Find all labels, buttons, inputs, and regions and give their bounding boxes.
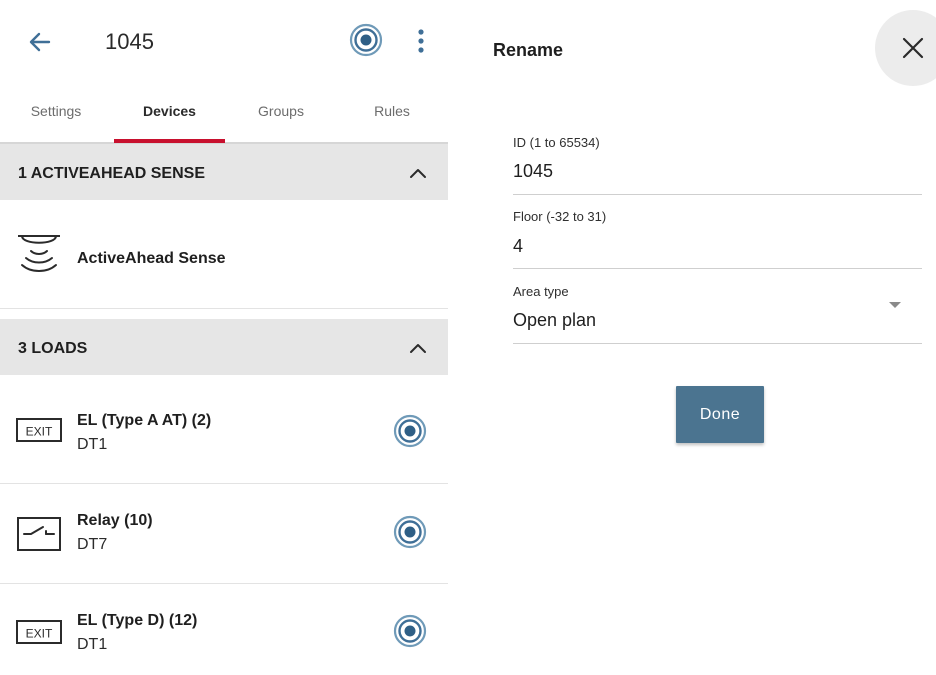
done-button[interactable]: Done <box>676 386 764 443</box>
beacon-icon <box>393 614 427 648</box>
more-options-button[interactable] <box>408 24 434 58</box>
arrow-left-icon <box>29 32 51 52</box>
dropdown-arrow-icon <box>889 302 901 308</box>
load-type: DT1 <box>77 436 108 453</box>
sensor-icon <box>18 235 60 272</box>
exit-label: EXIT <box>26 425 53 439</box>
beacon-icon <box>393 515 427 549</box>
more-vert-icon <box>418 29 424 53</box>
tab-rules[interactable]: Rules <box>336 84 448 144</box>
beacon-icon <box>393 414 427 448</box>
exit-label: EXIT <box>26 627 53 641</box>
close-icon <box>902 37 924 59</box>
load-type: DT1 <box>77 636 108 653</box>
back-button[interactable] <box>22 24 58 60</box>
list-item[interactable]: EXIT EL (Type D) (12) DT1 <box>0 584 448 675</box>
page-title: 1045 <box>105 29 154 54</box>
identify-button[interactable] <box>348 22 384 58</box>
exit-sign-icon: EXIT <box>16 620 62 644</box>
field-value: 1045 <box>513 161 554 181</box>
section-title: 1 ACTIVEAHEAD SENSE <box>18 165 205 182</box>
load-name: EL (Type D) (12) <box>77 612 198 629</box>
dialog-title: Rename <box>493 40 564 60</box>
list-item[interactable]: Relay (10) DT7 <box>0 484 448 583</box>
load-name: Relay (10) <box>77 512 153 529</box>
list-item[interactable]: EXIT EL (Type A AT) (2) DT1 <box>0 375 448 483</box>
id-field[interactable]: ID (1 to 65534) 1045 <box>513 128 922 195</box>
section-header-sense[interactable]: 1 ACTIVEAHEAD SENSE <box>0 144 448 200</box>
list-item[interactable]: ActiveAhead Sense <box>0 200 448 308</box>
load-type: DT7 <box>77 536 108 553</box>
tab-groups[interactable]: Groups <box>225 84 337 144</box>
section-title: 3 LOADS <box>18 340 88 357</box>
identify-button[interactable] <box>392 413 428 449</box>
section-header-loads[interactable]: 3 LOADS <box>0 319 448 375</box>
floor-field[interactable]: Floor (-32 to 31) 4 <box>513 203 922 269</box>
device-panel: 1045 Settings Devices Groups Rules 1 ACT… <box>0 0 448 675</box>
chevron-up-icon <box>410 344 426 353</box>
active-tab-indicator <box>114 139 225 143</box>
load-name: EL (Type A AT) (2) <box>77 412 212 429</box>
area-type-select[interactable]: Area type Open plan <box>513 277 922 344</box>
field-label: ID (1 to 65534) <box>513 135 600 150</box>
field-value: 4 <box>513 236 524 256</box>
field-label: Floor (-32 to 31) <box>513 209 607 224</box>
chevron-up-icon <box>410 169 426 178</box>
close-button[interactable] <box>875 10 936 86</box>
exit-sign-icon: EXIT <box>16 418 62 442</box>
identify-button[interactable] <box>392 514 428 550</box>
rename-dialog: Rename ID (1 to 65534) 1045 Floor (-32 t… <box>448 0 936 675</box>
identify-button[interactable] <box>392 613 428 649</box>
tab-devices[interactable]: Devices <box>114 84 225 144</box>
beacon-icon <box>349 23 383 57</box>
device-name: ActiveAhead Sense <box>77 250 226 267</box>
divider <box>0 308 448 309</box>
app-bar: 1045 <box>0 0 448 84</box>
field-label: Area type <box>513 284 569 299</box>
tab-settings[interactable]: Settings <box>0 84 112 144</box>
field-value: Open plan <box>513 310 597 330</box>
relay-icon <box>17 517 61 551</box>
tab-bar: Settings Devices Groups Rules <box>0 84 448 144</box>
